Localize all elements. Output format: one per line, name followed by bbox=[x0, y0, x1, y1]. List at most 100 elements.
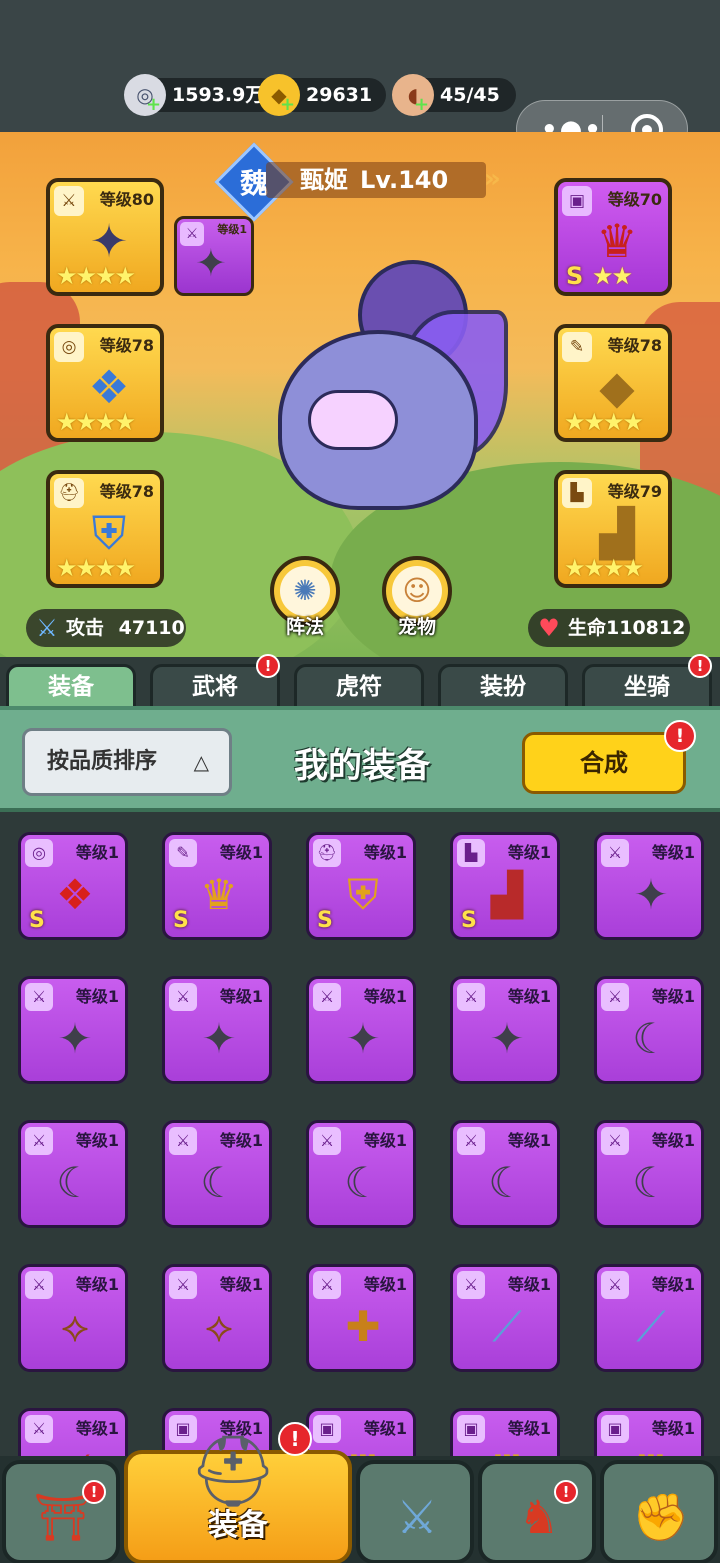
grade-s-badge: S bbox=[29, 908, 45, 933]
inventory-item-glaive[interactable]: ⚔ 等级1 ⟋ bbox=[594, 1264, 704, 1372]
sword-tag-icon: ⚔ bbox=[457, 983, 485, 1011]
inventory-item-dagger[interactable]: ⚔ 等级1 ☾ bbox=[306, 1120, 416, 1228]
inventory-item-crossbow[interactable]: ⚔ 等级1 ⟡ bbox=[162, 1264, 272, 1372]
panel-title: 我的装备 bbox=[294, 746, 430, 786]
nav-upgrade[interactable]: ✊ bbox=[600, 1460, 718, 1563]
hero-title-bar: 魏 甄姬 Lv.140 » bbox=[214, 142, 501, 222]
item-level: 等级1 bbox=[507, 1131, 551, 1150]
inventory-item-glaive[interactable]: ⚔ 等级1 ⟋ bbox=[450, 1264, 560, 1372]
inventory-item-dagger[interactable]: ⚔ 等级1 ☾ bbox=[594, 976, 704, 1084]
sort-label: 按品质排序 bbox=[47, 749, 158, 774]
hero-level: Lv.140 bbox=[360, 166, 449, 194]
item-level: 等级1 bbox=[507, 843, 551, 862]
gold-plus-icon[interactable]: + bbox=[280, 88, 295, 122]
item-level: 等级1 bbox=[651, 1131, 695, 1150]
inventory-item-armor[interactable]: ▣等级1♜ bbox=[450, 1408, 560, 1462]
item-level: 等级1 bbox=[363, 1419, 407, 1438]
inventory-item-necklace[interactable]: ◎ 等级1 ❖ S bbox=[18, 832, 128, 940]
equip-slot-weapon[interactable]: ⚔ 等级80 ✦ ★★★★ bbox=[46, 178, 164, 296]
inventory-item-shuriken[interactable]: ⚔ 等级1 ✦ bbox=[162, 976, 272, 1084]
armor-tag-icon: ▣ bbox=[601, 1415, 629, 1443]
nav-battle[interactable]: ⚔ bbox=[356, 1460, 474, 1563]
compass-icon: ✺ bbox=[280, 566, 330, 616]
gold-resource[interactable]: ◆ 29631 + bbox=[258, 74, 387, 116]
item-level: 等级1 bbox=[75, 1131, 119, 1150]
equip-slot-boots[interactable]: ▙ 等级79 ▟ ★★★★ bbox=[554, 470, 672, 588]
inventory-item-dagger[interactable]: ⚔ 等级1 ☾ bbox=[594, 1120, 704, 1228]
tab-label: 装扮 bbox=[480, 674, 526, 700]
inventory-item-boots[interactable]: ▙ 等级1 ▟ S bbox=[450, 832, 560, 940]
alert-badge-icon: ! bbox=[664, 720, 696, 752]
sword-tag-icon: ⚔ bbox=[601, 1127, 629, 1155]
slot-level: 等级70 bbox=[607, 190, 662, 209]
equip-slot-helmet[interactable]: ⛑ 等级78 ⛨ ★★★★ bbox=[46, 470, 164, 588]
sort-by-quality-button[interactable]: 按品质排序 △ bbox=[22, 728, 232, 796]
silver-plus-icon[interactable]: + bbox=[146, 88, 161, 122]
gold-amount: 29631 bbox=[306, 84, 373, 106]
tab-label: 虎符 bbox=[336, 674, 382, 700]
star-rating: ★★★★ bbox=[564, 554, 644, 582]
sword-tag-icon: ⚔ bbox=[25, 983, 53, 1011]
inventory-item-dagger[interactable]: ⚔ 等级1 ☾ bbox=[18, 1120, 128, 1228]
formation-label: 阵法 bbox=[285, 616, 324, 638]
grade-s-badge: S bbox=[566, 262, 584, 290]
equip-slot-armor[interactable]: ▣ 等级70 ♛ S ★★ bbox=[554, 178, 672, 296]
stamina-resource[interactable]: ◖ 45/45 + bbox=[392, 74, 516, 116]
inventory-item-crossbow[interactable]: ⚔ 等级1 ⟡ bbox=[18, 1264, 128, 1372]
item-level: 等级1 bbox=[651, 1275, 695, 1294]
star-rating: ★★★★ bbox=[56, 554, 136, 582]
nav-shop[interactable]: ⛩ ! bbox=[2, 1460, 120, 1563]
attack-stat: ⚔ 攻击 47110 bbox=[26, 609, 186, 647]
dagger-icon: ☾ bbox=[200, 1158, 238, 1207]
hp-stat: ♥ 生命110812 bbox=[528, 609, 690, 647]
item-level: 等级1 bbox=[363, 843, 407, 862]
inventory-item-shuriken[interactable]: ⚔ 等级1 ✦ bbox=[450, 976, 560, 1084]
shuriken-icon: ✦ bbox=[489, 1014, 525, 1063]
stamina-plus-icon[interactable]: + bbox=[414, 88, 429, 122]
inventory-item-armor[interactable]: ▣等级1♜ bbox=[594, 1408, 704, 1462]
chevron-right-icon[interactable]: » bbox=[484, 164, 501, 194]
inventory-item-bracer[interactable]: ✎ 等级1 ♛ S bbox=[162, 832, 272, 940]
silver-resource[interactable]: ◎ 1593.9万 + bbox=[124, 74, 279, 116]
hero-name-plate: 甄姬 Lv.140 bbox=[266, 162, 486, 198]
grade-s-badge: S bbox=[461, 908, 477, 933]
scroll-tag-icon: ✎ bbox=[169, 839, 197, 867]
attack-value: 47110 bbox=[118, 617, 185, 639]
nav-equipment[interactable]: ⛑ 装备 ! bbox=[124, 1422, 352, 1563]
inventory-item-spear[interactable]: ⚔等级1⟋ bbox=[18, 1408, 128, 1462]
item-level: 等级1 bbox=[507, 1275, 551, 1294]
equip-slot-extra[interactable]: ⚔ 等级1 ✦ bbox=[174, 216, 254, 296]
inventory-item-gun[interactable]: ⚔ 等级1 ✚ bbox=[306, 1264, 416, 1372]
nav-heroes[interactable]: ♞ ! bbox=[478, 1460, 596, 1563]
bottom-nav: ⛩ ! ⛑ 装备 ! ⚔ ♞ ! ✊ bbox=[0, 1422, 720, 1563]
item-level: 等级1 bbox=[75, 987, 119, 1006]
item-level: 等级1 bbox=[75, 843, 119, 862]
item-level: 等级1 bbox=[363, 987, 407, 1006]
sword-tag-icon: ⚔ bbox=[25, 1127, 53, 1155]
hero-name: 甄姬 bbox=[300, 166, 348, 194]
tab-outfit[interactable]: 装扮 bbox=[438, 664, 568, 712]
dagger-icon: ☾ bbox=[632, 1014, 670, 1063]
necklace-icon: ❖ bbox=[56, 870, 94, 919]
tab-tiger-tally[interactable]: 虎符 bbox=[294, 664, 424, 712]
inventory-item-dagger[interactable]: ⚔ 等级1 ☾ bbox=[162, 1120, 272, 1228]
inventory-item-shuriken[interactable]: ⚔ 等级1 ✦ bbox=[594, 832, 704, 940]
tab-equipment[interactable]: 装备 bbox=[6, 664, 136, 712]
crossbow-icon: ⟡ bbox=[205, 1302, 233, 1351]
hero-mount-illustration[interactable] bbox=[248, 250, 518, 550]
gun-icon: ✚ bbox=[345, 1302, 381, 1351]
item-level: 等级1 bbox=[219, 843, 263, 862]
inventory-item-helmet[interactable]: ⛑ 等级1 ⛨ S bbox=[306, 832, 416, 940]
merge-label: 合成 bbox=[580, 749, 628, 777]
star-rating: ★★★★ bbox=[56, 262, 136, 290]
inventory-item-dagger[interactable]: ⚔ 等级1 ☾ bbox=[450, 1120, 560, 1228]
equip-slot-bracer[interactable]: ✎ 等级78 ◆ ★★★★ bbox=[554, 324, 672, 442]
equip-slot-necklace[interactable]: ◎ 等级78 ❖ ★★★★ bbox=[46, 324, 164, 442]
inventory-item-shuriken[interactable]: ⚔ 等级1 ✦ bbox=[18, 976, 128, 1084]
sword-tag-icon: ⚔ bbox=[25, 1271, 53, 1299]
glaive-icon: ⟋ bbox=[636, 1302, 666, 1351]
inventory-item-shuriken[interactable]: ⚔ 等级1 ✦ bbox=[306, 976, 416, 1084]
sword-tag-icon: ⚔ bbox=[25, 1415, 53, 1443]
dagger-icon: ☾ bbox=[488, 1158, 526, 1207]
merge-button[interactable]: 合成 bbox=[522, 732, 686, 794]
